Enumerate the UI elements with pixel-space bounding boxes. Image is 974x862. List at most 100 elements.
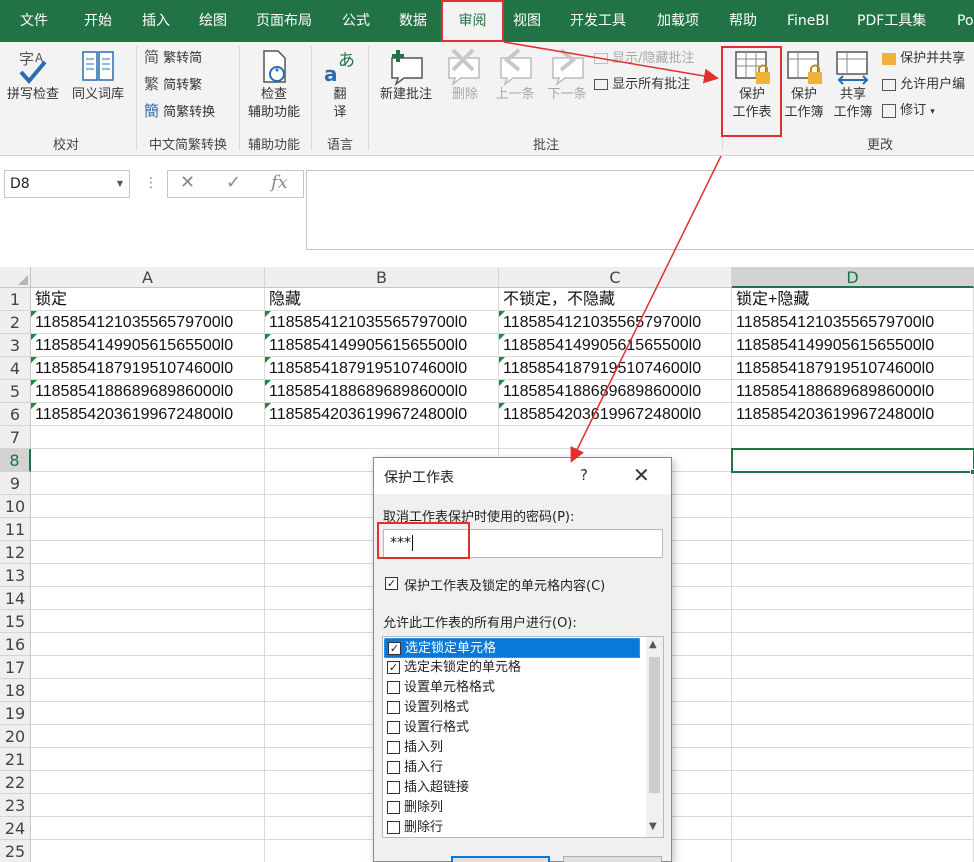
row-header[interactable]: 8 — [0, 449, 31, 472]
cell[interactable] — [732, 748, 974, 771]
cell[interactable] — [732, 794, 974, 817]
cell[interactable] — [732, 771, 974, 794]
cell[interactable] — [265, 426, 499, 449]
cancel-icon[interactable]: ✕ — [180, 172, 195, 193]
scroll-up-icon[interactable]: ▲ — [649, 639, 657, 650]
cell[interactable] — [732, 633, 974, 656]
permission-checkbox[interactable]: ✓ — [388, 642, 401, 655]
cell[interactable]: 118585412103556579700l0 — [499, 311, 732, 334]
cell[interactable] — [732, 495, 974, 518]
cell[interactable] — [31, 725, 265, 748]
row-header[interactable]: 6 — [0, 403, 31, 426]
tab-power[interactable]: Po — [957, 0, 974, 42]
permission-item[interactable]: 插入列 — [384, 738, 640, 758]
spell-check-button[interactable]: 字 A 拼写检查 — [2, 48, 64, 104]
row-header[interactable]: 1 — [0, 288, 31, 311]
cell[interactable]: 118585418868968986000l0 — [31, 380, 265, 403]
row-header[interactable]: 4 — [0, 357, 31, 380]
cell[interactable] — [31, 587, 265, 610]
permission-item[interactable]: 设置列格式 — [384, 698, 640, 718]
cell[interactable] — [31, 541, 265, 564]
cell[interactable] — [732, 817, 974, 840]
column-header[interactable]: B — [265, 267, 499, 288]
permission-list[interactable]: ✓ 选定锁定单元格 ✓ 选定未锁定的单元格 设置单元格格式 设置列格式 设置行格式 插入列 插入… — [382, 636, 664, 838]
cell[interactable]: 隐藏 — [265, 288, 499, 311]
permission-item[interactable]: ✓ 选定锁定单元格 — [384, 638, 640, 658]
cancel-button[interactable] — [563, 856, 662, 862]
permission-item[interactable]: 删除列 — [384, 798, 640, 818]
check-accessibility-button[interactable]: 检查 辅助功能 — [242, 48, 306, 122]
cell[interactable] — [31, 449, 265, 472]
cell[interactable] — [31, 633, 265, 656]
permission-checkbox[interactable] — [387, 781, 400, 794]
permission-checkbox[interactable] — [387, 801, 400, 814]
permission-item[interactable]: 删除行 — [384, 818, 640, 837]
tab-home[interactable]: 开始 — [84, 0, 112, 42]
column-header[interactable]: D — [732, 267, 974, 288]
permission-checkbox[interactable] — [387, 821, 400, 834]
row-header[interactable]: 20 — [0, 725, 31, 748]
cell[interactable]: 118585418791951074600l0 — [732, 357, 974, 380]
row-header[interactable]: 21 — [0, 748, 31, 771]
tab-formulas[interactable]: 公式 — [342, 0, 370, 42]
t2s-button[interactable]: 简 繁转简 — [144, 48, 202, 68]
cell[interactable] — [31, 840, 265, 862]
cell[interactable] — [31, 817, 265, 840]
cell[interactable]: 118585418868968986000l0 — [732, 380, 974, 403]
permission-checkbox[interactable] — [387, 741, 400, 754]
row-header[interactable]: 5 — [0, 380, 31, 403]
cell[interactable]: 118585414990561565500l0 — [499, 334, 732, 357]
translate-button[interactable]: a あ 翻 译 — [318, 48, 362, 122]
cell[interactable] — [732, 587, 974, 610]
cell[interactable]: 118585420361996724800l0 — [265, 403, 499, 426]
protect-contents-checkbox[interactable]: ✓ — [385, 577, 398, 590]
tab-data[interactable]: 数据 — [399, 0, 427, 42]
cell[interactable]: 118585412103556579700l0 — [265, 311, 499, 334]
row-header[interactable]: 13 — [0, 564, 31, 587]
cell[interactable] — [499, 426, 732, 449]
row-header[interactable]: 16 — [0, 633, 31, 656]
cell[interactable]: 118585420361996724800l0 — [31, 403, 265, 426]
cell[interactable]: 118585414990561565500l0 — [31, 334, 265, 357]
fill-handle[interactable] — [970, 469, 974, 475]
row-header[interactable]: 25 — [0, 840, 31, 862]
permission-item[interactable]: ✓ 选定未锁定的单元格 — [384, 658, 640, 678]
cell[interactable] — [732, 610, 974, 633]
tab-view[interactable]: 视图 — [513, 0, 541, 42]
cell[interactable] — [732, 541, 974, 564]
enter-icon[interactable]: ✓ — [226, 172, 241, 193]
cell[interactable] — [31, 426, 265, 449]
cell[interactable] — [31, 610, 265, 633]
permission-scrollbar[interactable]: ▲ ▼ — [646, 637, 663, 837]
password-input[interactable]: *** — [383, 529, 663, 558]
permission-checkbox[interactable] — [387, 701, 400, 714]
ok-button[interactable] — [451, 856, 550, 862]
row-header[interactable]: 3 — [0, 334, 31, 357]
row-header[interactable]: 11 — [0, 518, 31, 541]
permission-checkbox[interactable] — [387, 721, 400, 734]
show-hide-comment-button[interactable]: 显示/隐藏批注 — [594, 50, 695, 68]
cell[interactable]: 118585418868968986000l0 — [499, 380, 732, 403]
select-all-corner[interactable] — [0, 267, 31, 288]
row-header[interactable]: 2 — [0, 311, 31, 334]
cell[interactable] — [31, 564, 265, 587]
row-header[interactable]: 17 — [0, 656, 31, 679]
cell[interactable] — [31, 771, 265, 794]
cell[interactable]: 118585414990561565500l0 — [732, 334, 974, 357]
protect-workbook-button[interactable]: 保护 工作簿 — [780, 48, 828, 122]
cell[interactable] — [31, 748, 265, 771]
cell[interactable]: 锁定 — [31, 288, 265, 311]
tab-pdf-tools[interactable]: PDF工具集 — [857, 0, 926, 42]
help-icon[interactable]: ? — [580, 466, 588, 484]
tab-developer[interactable]: 开发工具 — [570, 0, 626, 42]
cell[interactable] — [732, 656, 974, 679]
delete-comment-button[interactable]: 删除 — [442, 48, 488, 104]
cell[interactable]: 118585418791951074600l0 — [31, 357, 265, 380]
formula-input[interactable] — [306, 170, 974, 250]
cell[interactable] — [31, 679, 265, 702]
close-icon[interactable]: ✕ — [633, 463, 650, 487]
thesaurus-button[interactable]: 同义词库 — [66, 48, 130, 104]
cell[interactable] — [732, 840, 974, 862]
row-header[interactable]: 10 — [0, 495, 31, 518]
permission-item[interactable]: 设置行格式 — [384, 718, 640, 738]
